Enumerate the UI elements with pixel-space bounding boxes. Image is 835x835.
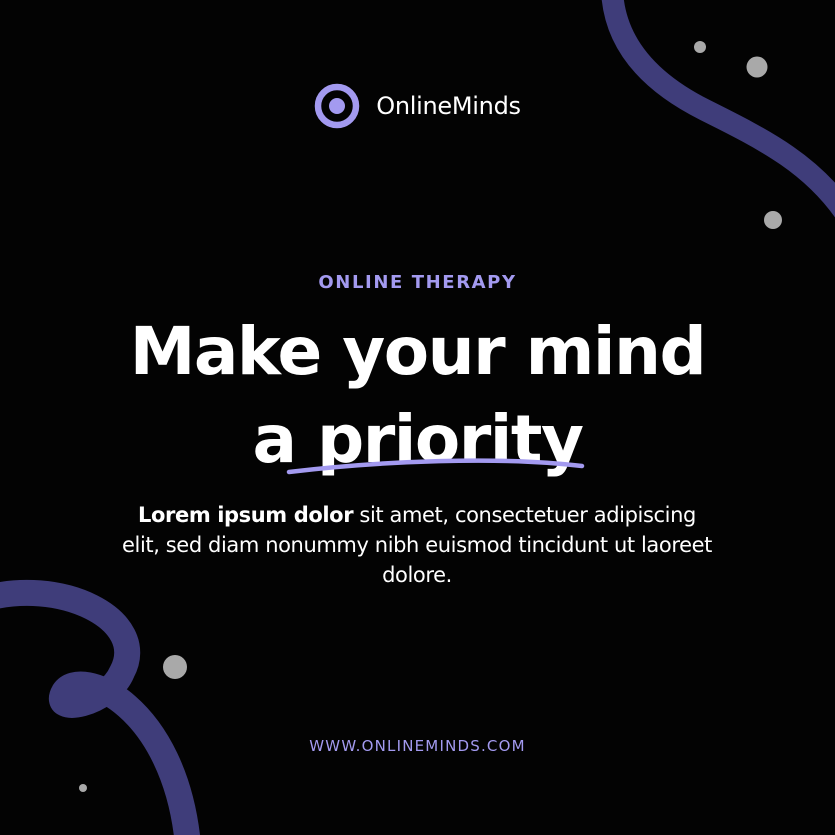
dot [163, 655, 187, 679]
dot [764, 211, 782, 229]
dot [694, 41, 706, 53]
highlight-underline [286, 458, 585, 475]
eyebrow-label: ONLINE THERAPY [318, 272, 517, 293]
body-copy: Lorem ipsum dolor sit amet, consectetuer… [117, 500, 717, 590]
brand-name: OnlineMinds [376, 92, 521, 120]
target-ring-icon [315, 83, 360, 129]
website-url: WWW.ONLINEMINDS.COM [309, 737, 526, 755]
headline-line-1: Make your mind [129, 313, 707, 390]
bottom-left-swirl [0, 579, 200, 835]
body-bold-lead: Lorem ipsum dolor [138, 503, 354, 527]
promo-canvas: OnlineMinds ONLINE THERAPY Make your min… [0, 0, 835, 835]
brand-header: OnlineMinds [0, 83, 835, 129]
dot [79, 784, 87, 792]
dot [746, 56, 768, 78]
